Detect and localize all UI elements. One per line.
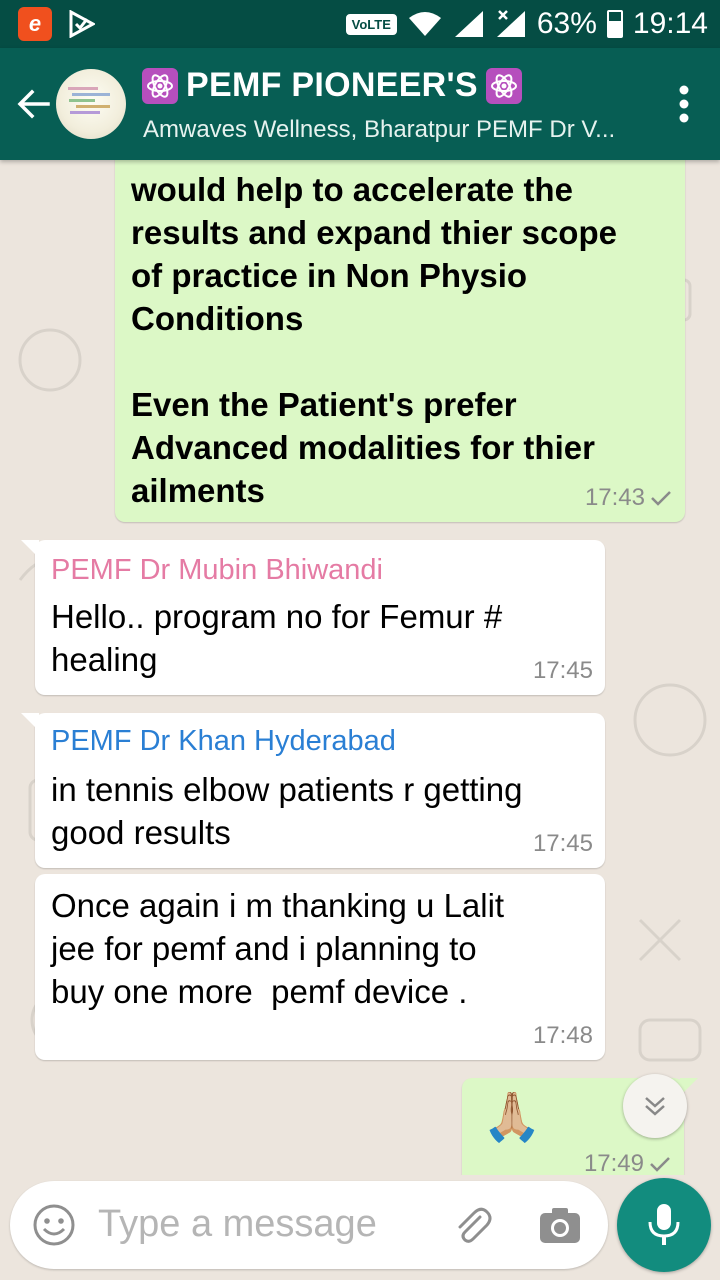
time-text: 17:49	[583, 1150, 644, 1175]
message-line: Even the Patient's prefer	[131, 386, 517, 423]
incoming-message-bubble[interactable]: PEMF Dr Khan Hyderabad in tennis elbow p…	[21, 713, 605, 868]
battery-percent: 63%	[536, 7, 597, 40]
message-input[interactable]: Type a message	[98, 1203, 377, 1246]
group-title[interactable]: PEMF PIONEER'S	[142, 66, 522, 105]
mic-button[interactable]	[617, 1178, 711, 1272]
message-line: would help to accelerate the	[131, 171, 573, 208]
scroll-down-icon	[645, 1097, 665, 1116]
signal-x-icon	[496, 10, 525, 37]
camera-icon[interactable]	[538, 1205, 582, 1245]
battery-icon	[606, 10, 623, 38]
message-time: 17:48	[532, 1022, 593, 1049]
group-members[interactable]: Amwaves Wellness, Bharatpur PEMF Dr V...	[143, 116, 643, 144]
group-title-text: PEMF PIONEER'S	[186, 66, 478, 104]
message-line: of practice in Non Physio	[131, 257, 528, 294]
chat-area[interactable]: would help to accelerate the results and…	[0, 160, 720, 1175]
message-line: good results	[51, 814, 231, 851]
mic-icon	[648, 1204, 680, 1245]
cut-off-line	[131, 160, 669, 168]
group-avatar[interactable]	[56, 69, 126, 139]
chat-header: PEMF PIONEER'S Amwaves Wellness, Bharatp…	[0, 48, 720, 160]
sender-name[interactable]: PEMF Dr Mubin Bhiwandi	[51, 554, 589, 587]
wifi-icon	[408, 12, 441, 36]
scroll-down-button[interactable]	[623, 1074, 687, 1138]
volte-badge: VoLTE	[345, 13, 397, 35]
time-text: 17:43	[584, 484, 645, 511]
menu-dots-icon[interactable]	[678, 84, 690, 124]
sent-tick-icon	[650, 1157, 670, 1172]
emoji-icon[interactable]	[32, 1203, 76, 1247]
back-arrow-icon[interactable]	[14, 84, 54, 124]
incoming-message-bubble[interactable]: Once again i m thanking u Lalit jee for …	[35, 874, 605, 1060]
atom-icon	[142, 67, 178, 104]
signal-icon	[454, 11, 483, 37]
message-line: healing	[51, 641, 158, 678]
message-line: Conditions	[131, 300, 304, 337]
message-line: in tennis elbow patients r getting	[51, 771, 523, 808]
message-line: results and expand thier scope	[131, 214, 617, 251]
sent-tick-icon	[651, 491, 671, 506]
message-time: 17:49	[584, 1150, 672, 1175]
bubble-tail	[21, 540, 39, 558]
clock: 19:14	[632, 7, 708, 40]
attach-icon[interactable]	[450, 1203, 494, 1247]
message-line: buy one more pemf device .	[51, 973, 468, 1010]
sender-name[interactable]: PEMF Dr Khan Hyderabad	[51, 725, 589, 758]
atom-icon	[485, 67, 522, 104]
message-input-bar[interactable]: Type a message	[10, 1181, 608, 1269]
message-time: 17:45	[532, 830, 593, 857]
check-notification-icon	[66, 9, 96, 39]
outgoing-message-bubble[interactable]: would help to accelerate the results and…	[115, 160, 685, 522]
message-line: jee for pemf and i planning to	[51, 930, 477, 967]
message-line: Once again i m thanking u Lalit	[51, 887, 505, 924]
app-notification-icon: e	[18, 7, 52, 41]
status-bar: e VoLTE 63% 19:14	[0, 0, 720, 48]
message-time: 17:43	[585, 484, 673, 512]
message-line: Advanced modalities for thier	[131, 429, 595, 466]
incoming-message-bubble[interactable]: PEMF Dr Mubin Bhiwandi Hello.. program n…	[21, 540, 605, 695]
message-time: 17:45	[532, 657, 593, 684]
bubble-tail	[21, 713, 39, 731]
message-line: Hello.. program no for Femur #	[51, 598, 503, 635]
